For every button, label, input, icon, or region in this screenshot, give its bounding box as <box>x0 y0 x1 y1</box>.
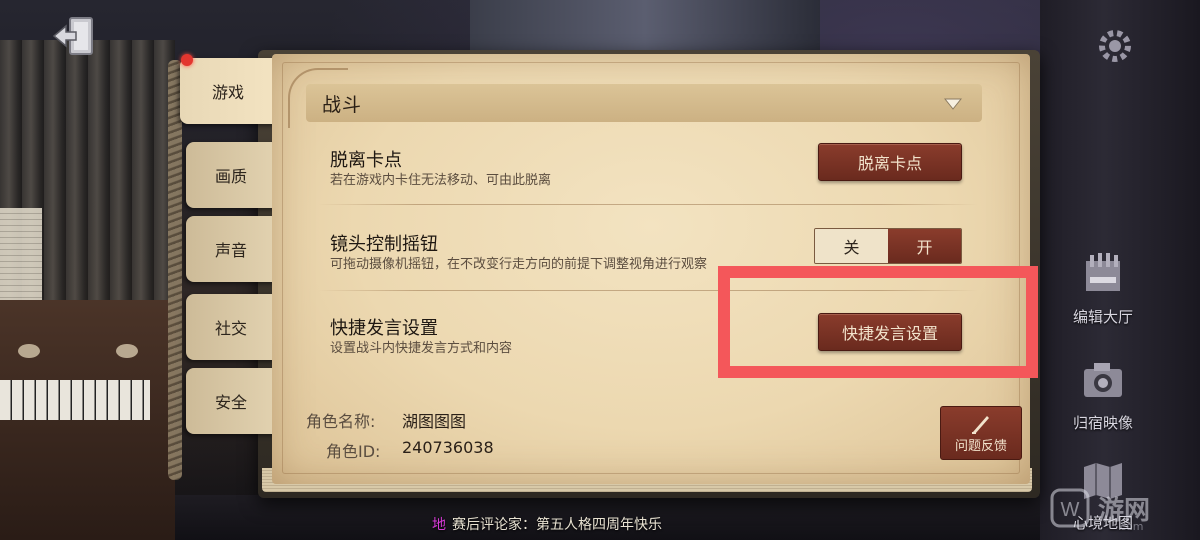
organ-knob <box>116 344 138 358</box>
edit-lobby-label: 编辑大厅 <box>1072 308 1133 326</box>
window-frame <box>470 0 820 50</box>
organ-icon <box>1075 246 1131 302</box>
tab-game[interactable]: 游戏 <box>180 58 276 124</box>
piano-keys <box>0 380 150 420</box>
feedback-label: 问题反馈 <box>954 438 1007 454</box>
role-name-label: 角色名称: <box>306 412 376 431</box>
notification-dot <box>181 54 193 66</box>
tab-social[interactable]: 社交 <box>186 294 276 360</box>
settings-gear[interactable] <box>1060 18 1170 74</box>
ticker-text: 赛后评论家：第五人格四周年快乐 <box>452 517 662 533</box>
quill-pen-icon <box>972 415 989 434</box>
toggle-on-option[interactable]: 开 <box>888 229 961 263</box>
camera-joystick-toggle[interactable]: 关 开 <box>814 228 962 264</box>
highlight-annotation <box>718 266 1038 378</box>
tab-label: 声音 <box>214 241 247 260</box>
watermark-logo-icon: W <box>1050 488 1090 528</box>
row-divider <box>318 204 978 205</box>
broadcast-ticker: 地赛后评论家：第五人格四周年快乐 <box>432 514 662 534</box>
section-title: 战斗 <box>322 93 363 116</box>
binding-rope <box>168 60 182 480</box>
ticker-prefix: 地 <box>432 517 446 533</box>
camera-icon <box>1075 352 1131 408</box>
tab-sound[interactable]: 声音 <box>186 216 276 282</box>
role-id-label: 角色ID: <box>326 442 381 461</box>
toggle-on-label: 开 <box>916 238 933 257</box>
gear-icon <box>1087 18 1143 74</box>
toggle-off-option[interactable]: 关 <box>815 229 888 263</box>
tab-label: 画质 <box>214 167 247 186</box>
edit-lobby-button[interactable]: 编辑大厅 <box>1048 246 1158 327</box>
setting-desc-unstuck: 若在游戏内卡住无法移动、可由此脱离 <box>330 173 552 188</box>
home-image-button[interactable]: 归宿映像 <box>1048 352 1158 433</box>
setting-desc-quick-chat: 设置战斗内快捷发言方式和内容 <box>330 341 513 356</box>
unstuck-button[interactable]: 脱离卡点 <box>818 143 962 181</box>
tab-graphics[interactable]: 画质 <box>186 142 276 208</box>
role-id-value: 240736038 <box>402 438 494 457</box>
feedback-button[interactable]: 问题反馈 <box>940 406 1022 460</box>
organ-body <box>0 300 175 540</box>
watermark-sub: com <box>1120 520 1144 533</box>
section-header-combat[interactable]: 战斗 <box>306 84 982 122</box>
exit-button[interactable] <box>48 10 100 62</box>
exit-door-icon <box>52 17 93 55</box>
organ-knob <box>18 344 40 358</box>
tab-label: 安全 <box>214 393 247 412</box>
role-name-value: 湖图图图 <box>402 412 467 431</box>
tab-label: 社交 <box>214 319 247 338</box>
svg-text:W: W <box>1061 499 1080 521</box>
caret-down-icon <box>944 98 962 110</box>
setting-desc-camera-joystick: 可拖动摄像机摇钮，在不改变行走方向的前提下调整视角进行观察 <box>330 257 708 272</box>
tab-security[interactable]: 安全 <box>186 368 276 434</box>
tab-label: 游戏 <box>211 83 244 102</box>
sheet-music <box>0 208 42 308</box>
button-label: 脱离卡点 <box>857 154 922 173</box>
toggle-off-label: 关 <box>843 238 860 257</box>
home-image-label: 归宿映像 <box>1072 414 1133 432</box>
